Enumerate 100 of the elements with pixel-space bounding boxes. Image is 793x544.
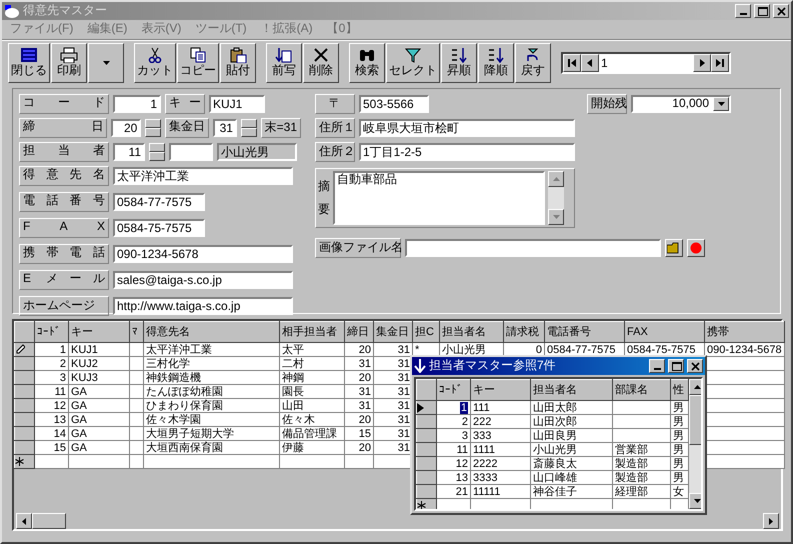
text-field[interactable] xyxy=(405,239,661,257)
table-cell: 山田次郎 xyxy=(530,414,612,428)
row-selector[interactable] xyxy=(14,370,34,384)
text-field[interactable]: 11 xyxy=(113,143,145,161)
staff-name-field[interactable]: 小山光男 xyxy=(217,143,297,161)
column-header[interactable]: 得意先名 xyxy=(144,322,280,342)
toolbar-button[interactable]: セレクト xyxy=(386,42,440,82)
row-selector[interactable] xyxy=(416,484,436,498)
row-selector[interactable] xyxy=(416,400,436,414)
table-cell: GA xyxy=(68,440,130,454)
row-selector[interactable] xyxy=(14,440,34,454)
scrollbar[interactable] xyxy=(689,379,701,509)
column-header[interactable]: 携帯 xyxy=(704,322,784,342)
dropdown-button[interactable] xyxy=(88,42,124,82)
maximize-button[interactable] xyxy=(754,4,770,18)
row-selector[interactable] xyxy=(14,342,34,356)
spin-buttons[interactable] xyxy=(240,119,257,137)
column-header[interactable]: 電話番号 xyxy=(544,322,624,342)
column-header[interactable]: ｺｰﾄﾞ xyxy=(436,380,470,400)
toolbar-button[interactable]: 印刷 xyxy=(51,42,87,82)
dropdown-button[interactable] xyxy=(713,97,729,111)
text-field[interactable]: 31 xyxy=(212,119,237,137)
toolbar-button[interactable]: 削除 xyxy=(303,42,339,82)
memo-field[interactable]: 自動車部品 xyxy=(333,171,545,225)
row-selector[interactable] xyxy=(416,498,436,509)
column-header[interactable]: ﾏ xyxy=(130,322,144,342)
scroll-right-button[interactable] xyxy=(763,513,779,529)
minimize-button[interactable] xyxy=(735,4,751,18)
row-selector[interactable] xyxy=(14,356,34,370)
column-header[interactable]: 相手担当者 xyxy=(280,322,344,342)
maximize-button[interactable] xyxy=(668,359,684,373)
row-selector[interactable] xyxy=(416,470,436,484)
column-header[interactable]: 締日 xyxy=(344,322,374,342)
text-field[interactable]: 1丁目1-2-5 xyxy=(359,143,575,161)
table-cell: 222 xyxy=(470,414,530,428)
column-header[interactable]: 担当者名 xyxy=(530,380,612,400)
text-field[interactable]: KUJ1 xyxy=(209,95,265,113)
row-selector[interactable] xyxy=(14,426,34,440)
text-field[interactable]: http://www.taiga-s.co.jp xyxy=(113,297,293,315)
close-button[interactable] xyxy=(687,359,703,373)
text-field[interactable]: 岐阜県大垣市桧町 xyxy=(359,119,575,137)
close-button[interactable] xyxy=(773,4,789,18)
table-cell: 園長 xyxy=(280,384,344,398)
text-field[interactable]: sales@taiga-s.co.jp xyxy=(113,271,293,289)
column-header[interactable]: FAX xyxy=(624,322,704,342)
field-label: 携帯電話 xyxy=(19,244,109,264)
opening-balance-combo[interactable]: 10,000 xyxy=(631,95,731,113)
printer-icon xyxy=(60,47,78,64)
toolbar-button[interactable]: カット xyxy=(134,42,176,82)
text-field[interactable]: 090-1234-5678 xyxy=(113,245,293,263)
record-button[interactable] xyxy=(687,239,705,257)
column-header[interactable]: キー xyxy=(68,322,130,342)
field-label: ホームページ xyxy=(19,296,109,316)
toolbar-button[interactable]: 閉じる xyxy=(8,42,50,82)
row-selector[interactable] xyxy=(14,398,34,412)
toolbar-button[interactable]: 昇順 xyxy=(441,42,477,82)
toolbar-button[interactable]: 前写 xyxy=(266,42,302,82)
column-header[interactable]: 請求税 xyxy=(504,322,544,342)
minimize-button[interactable] xyxy=(649,359,665,373)
column-header[interactable]: キー xyxy=(470,380,530,400)
asterisk-icon xyxy=(418,501,426,509)
row-selector[interactable] xyxy=(14,384,34,398)
column-header[interactable]: 部課名 xyxy=(612,380,670,400)
table-cell: 31 xyxy=(374,342,412,356)
scrollbar[interactable] xyxy=(548,171,564,225)
text-field[interactable]: 0584-77-7575 xyxy=(113,193,205,211)
toolbar-button[interactable]: 貼付 xyxy=(220,42,256,82)
text-field[interactable]: 503-5566 xyxy=(359,95,429,113)
scroll-left-button[interactable] xyxy=(16,513,32,529)
toolbar-button[interactable]: コピー xyxy=(177,42,219,82)
column-header[interactable]: 担当者名 xyxy=(440,322,504,342)
text-field[interactable] xyxy=(169,143,213,161)
row-selector[interactable] xyxy=(14,454,34,468)
toolbar-button[interactable]: 降順 xyxy=(478,42,514,82)
row-selector[interactable] xyxy=(416,456,436,470)
row-selector[interactable] xyxy=(416,442,436,456)
row-selector[interactable] xyxy=(416,414,436,428)
column-header[interactable]: 担C xyxy=(412,322,440,342)
toolbar-button[interactable]: 検索 xyxy=(349,42,385,82)
clipboard-icon xyxy=(229,47,247,64)
text-field[interactable]: 太平洋沖工業 xyxy=(113,167,293,185)
close-icon xyxy=(690,360,700,372)
table-cell: 太平 xyxy=(280,342,344,356)
browse-button[interactable] xyxy=(665,239,683,257)
row-selector[interactable] xyxy=(416,428,436,442)
toolbar-button[interactable]: 戻す xyxy=(515,42,551,82)
text-field[interactable]: 0584-75-7575 xyxy=(113,219,205,237)
table-cell: 15 xyxy=(34,440,68,454)
table-cell: 神鉄鋼造機 xyxy=(144,370,280,384)
table-cell: 13 xyxy=(436,470,470,484)
field-label: 集金日 xyxy=(164,118,209,138)
spin-buttons[interactable] xyxy=(149,143,165,161)
text-field[interactable]: 1 xyxy=(113,95,161,113)
scrollbar-thumb[interactable] xyxy=(32,513,66,529)
column-header[interactable]: ｺｰﾄﾞ xyxy=(34,322,68,342)
row-selector[interactable] xyxy=(14,412,34,426)
spin-buttons[interactable] xyxy=(145,119,161,137)
column-header[interactable]: 集金日 xyxy=(374,322,412,342)
column-header[interactable]: 性 xyxy=(670,380,688,400)
text-field[interactable]: 20 xyxy=(111,119,142,137)
